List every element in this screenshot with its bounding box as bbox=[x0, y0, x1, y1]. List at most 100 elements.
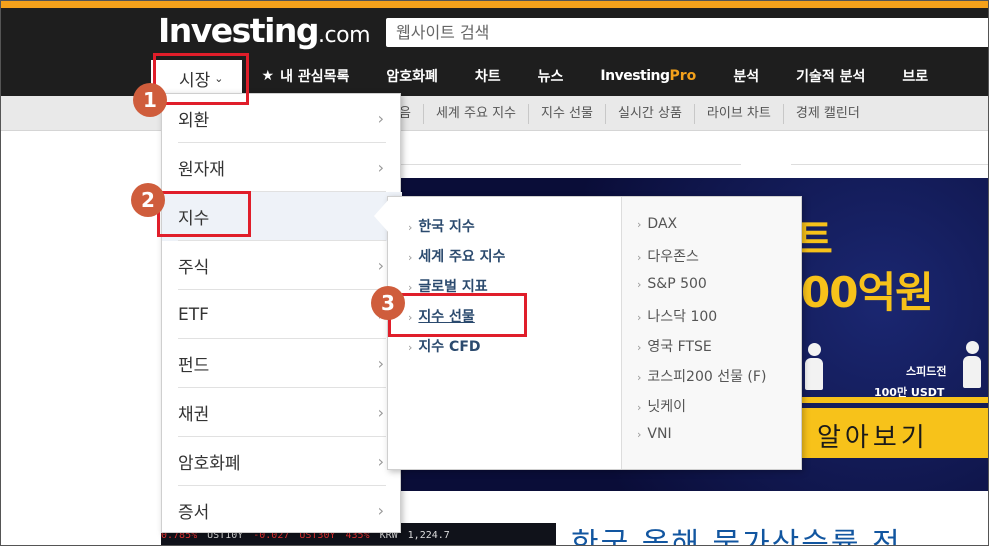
submenu-world-indices[interactable]: › 세계 주요 지수 bbox=[408, 246, 505, 266]
menu-item-commodities[interactable]: 원자재 › bbox=[162, 143, 402, 192]
menu-item-etf[interactable]: ETF› bbox=[162, 290, 402, 339]
bullet-icon: › bbox=[408, 221, 413, 234]
bullet-icon: › bbox=[637, 218, 642, 231]
step-badge-2: 2 bbox=[131, 183, 165, 217]
chevron-right-icon: › bbox=[377, 256, 384, 275]
submenu-vni[interactable]: › VNI bbox=[637, 426, 672, 442]
submenu-index-cfd[interactable]: › 지수 CFD bbox=[408, 336, 481, 356]
divider bbox=[791, 164, 988, 165]
bullet-icon: › bbox=[637, 251, 642, 264]
sub-nav-item[interactable]: 지수 선물 bbox=[528, 103, 605, 124]
ticker-value: 1,224.7 bbox=[407, 530, 450, 541]
search-box[interactable] bbox=[386, 18, 988, 47]
submenu-label: S&P 500 bbox=[647, 276, 707, 292]
bullet-icon: › bbox=[637, 278, 642, 291]
menu-item-crypto[interactable]: 암호화폐 › bbox=[162, 437, 402, 486]
bullet-icon: › bbox=[637, 428, 642, 441]
nav-news[interactable]: 뉴스 bbox=[538, 66, 564, 86]
menu-item-label: 암호화폐 bbox=[178, 454, 241, 474]
submenu-label: 영국 FTSE bbox=[647, 339, 712, 355]
logo-suffix: .com bbox=[318, 23, 370, 48]
menu-item-label: 펀드 bbox=[178, 356, 210, 376]
divider bbox=[401, 164, 741, 165]
submenu-label: DAX bbox=[647, 216, 678, 232]
submenu-kospi200-futures[interactable]: › 코스피200 선물 (F) bbox=[637, 366, 766, 386]
menu-item-certificates[interactable]: 증서 › bbox=[162, 486, 402, 535]
banner-title: 00억원 bbox=[801, 268, 934, 317]
sub-nav-item[interactable]: 경제 캘린더 bbox=[782, 103, 872, 124]
step-badge-3: 3 bbox=[371, 286, 405, 320]
menu-item-label: 증서 bbox=[178, 503, 210, 523]
submenu-label: VNI bbox=[647, 426, 672, 442]
submenu-label: 다우존스 bbox=[647, 249, 699, 265]
sub-nav-items: 음 세계 주요 지수 지수 선물 실시간 상품 라이브 차트 경제 캘린더 bbox=[399, 96, 872, 131]
runner-icon bbox=[959, 341, 985, 389]
highlight-box-markets bbox=[153, 53, 249, 105]
submenu-label: 나스닥 100 bbox=[647, 309, 718, 325]
submenu-korea-indices[interactable]: › 한국 지수 bbox=[408, 216, 475, 236]
submenu-dow-jones[interactable]: › 다우존스 bbox=[637, 246, 699, 266]
banner-event-name: 스피드전 bbox=[906, 365, 947, 378]
nav-watchlist[interactable]: ★ 내 관심목록 bbox=[262, 66, 350, 86]
bullet-icon: › bbox=[637, 341, 642, 354]
chevron-right-icon: › bbox=[377, 109, 384, 128]
accent-stripe bbox=[1, 1, 988, 8]
sub-nav-item[interactable]: 음 bbox=[399, 104, 423, 124]
nav-watchlist-label: 내 관심목록 bbox=[280, 69, 350, 85]
markets-dropdown: 외환› 원자재› 지수 주식› ETF› 펀드› 채권› 암호화폐› 증서› bbox=[161, 93, 402, 535]
banner-cta-button[interactable]: 알아보기 bbox=[801, 408, 988, 458]
highlight-box-indices bbox=[157, 191, 251, 237]
runner-icon bbox=[801, 343, 827, 391]
nav-technical[interactable]: 기술적 분석 bbox=[796, 66, 865, 86]
banner-cta-label: 알아보기 bbox=[817, 423, 929, 453]
submenu-sp500[interactable]: › S&P 500 bbox=[637, 276, 707, 292]
sub-nav-item[interactable]: 세계 주요 지수 bbox=[422, 103, 528, 124]
search-input[interactable] bbox=[386, 18, 988, 47]
menu-item-bonds[interactable]: 채권 › bbox=[162, 388, 402, 437]
chevron-right-icon: › bbox=[377, 403, 384, 422]
nav-crypto[interactable]: 암호화폐 bbox=[386, 66, 438, 86]
star-icon: ★ bbox=[261, 68, 275, 84]
submenu-label: 코스피200 선물 (F) bbox=[647, 369, 767, 385]
submenu-nasdaq100[interactable]: › 나스닥 100 bbox=[637, 306, 717, 326]
menu-item-label: 채권 bbox=[178, 405, 210, 425]
menu-item-label: 주식 bbox=[178, 258, 210, 278]
nav-analysis[interactable]: 분석 bbox=[733, 66, 759, 86]
nav-pro-brand: Investing bbox=[600, 68, 670, 84]
chevron-right-icon: › bbox=[377, 158, 384, 177]
main-nav: 시장 ⌄ ★ 내 관심목록 암호화폐 차트 뉴스 Investing Pro 분석 기… bbox=[151, 59, 965, 96]
submenu-label: 닛케이 bbox=[647, 399, 687, 415]
chevron-right-icon: › bbox=[377, 501, 384, 520]
menu-item-label: ETF bbox=[178, 304, 209, 325]
sub-nav-item[interactable]: 실시간 상품 bbox=[604, 103, 694, 124]
submenu-ftse[interactable]: › 영국 FTSE bbox=[637, 336, 712, 356]
submenu-label: 지수 CFD bbox=[418, 339, 481, 355]
bullet-icon: › bbox=[637, 401, 642, 414]
bullet-icon: › bbox=[637, 371, 642, 384]
step-badge-1: 1 bbox=[133, 83, 167, 117]
submenu-label: 한국 지수 bbox=[418, 219, 475, 235]
screenshot-frame: Investing.com 시장⌄ ★내 관심목록 암호화폐 차트 뉴스 Inv… bbox=[0, 0, 989, 546]
nav-pro-suffix: Pro bbox=[669, 68, 697, 84]
indices-submenu-right: › DAX › 다우존스 › S&P 500 › 나스닥 100 › 영국 FTSE › 코… bbox=[622, 197, 801, 469]
investing-logo[interactable]: Investing.com bbox=[158, 11, 370, 51]
sub-nav-item[interactable]: 라이브 차트 bbox=[693, 103, 783, 124]
bullet-icon: › bbox=[408, 341, 413, 354]
nav-investing-pro[interactable]: Investing Pro bbox=[600, 68, 696, 84]
menu-item-label: 원자재 bbox=[178, 160, 225, 180]
bullet-icon: › bbox=[408, 251, 413, 264]
logo-main: Investing bbox=[158, 11, 320, 50]
submenu-nikkei[interactable]: › 닛케이 bbox=[637, 396, 686, 416]
submenu-dax[interactable]: › DAX bbox=[637, 216, 677, 232]
news-headline[interactable]: 한국 올해 물가상승률 전 bbox=[571, 519, 902, 545]
top-header: Investing.com 시장⌄ ★내 관심목록 암호화폐 차트 뉴스 Inv… bbox=[1, 1, 988, 96]
highlight-box-index-futures bbox=[388, 293, 527, 337]
chevron-right-icon: › bbox=[377, 452, 384, 471]
nav-brokers[interactable]: 브로 bbox=[902, 66, 928, 86]
banner-track bbox=[801, 397, 988, 403]
submenu-label: 세계 주요 지수 bbox=[418, 249, 506, 265]
nav-charts[interactable]: 차트 bbox=[475, 66, 501, 86]
submenu-pointer bbox=[374, 198, 390, 234]
menu-item-funds[interactable]: 펀드 › bbox=[162, 339, 402, 388]
menu-item-stocks[interactable]: 주식 › bbox=[162, 241, 402, 290]
